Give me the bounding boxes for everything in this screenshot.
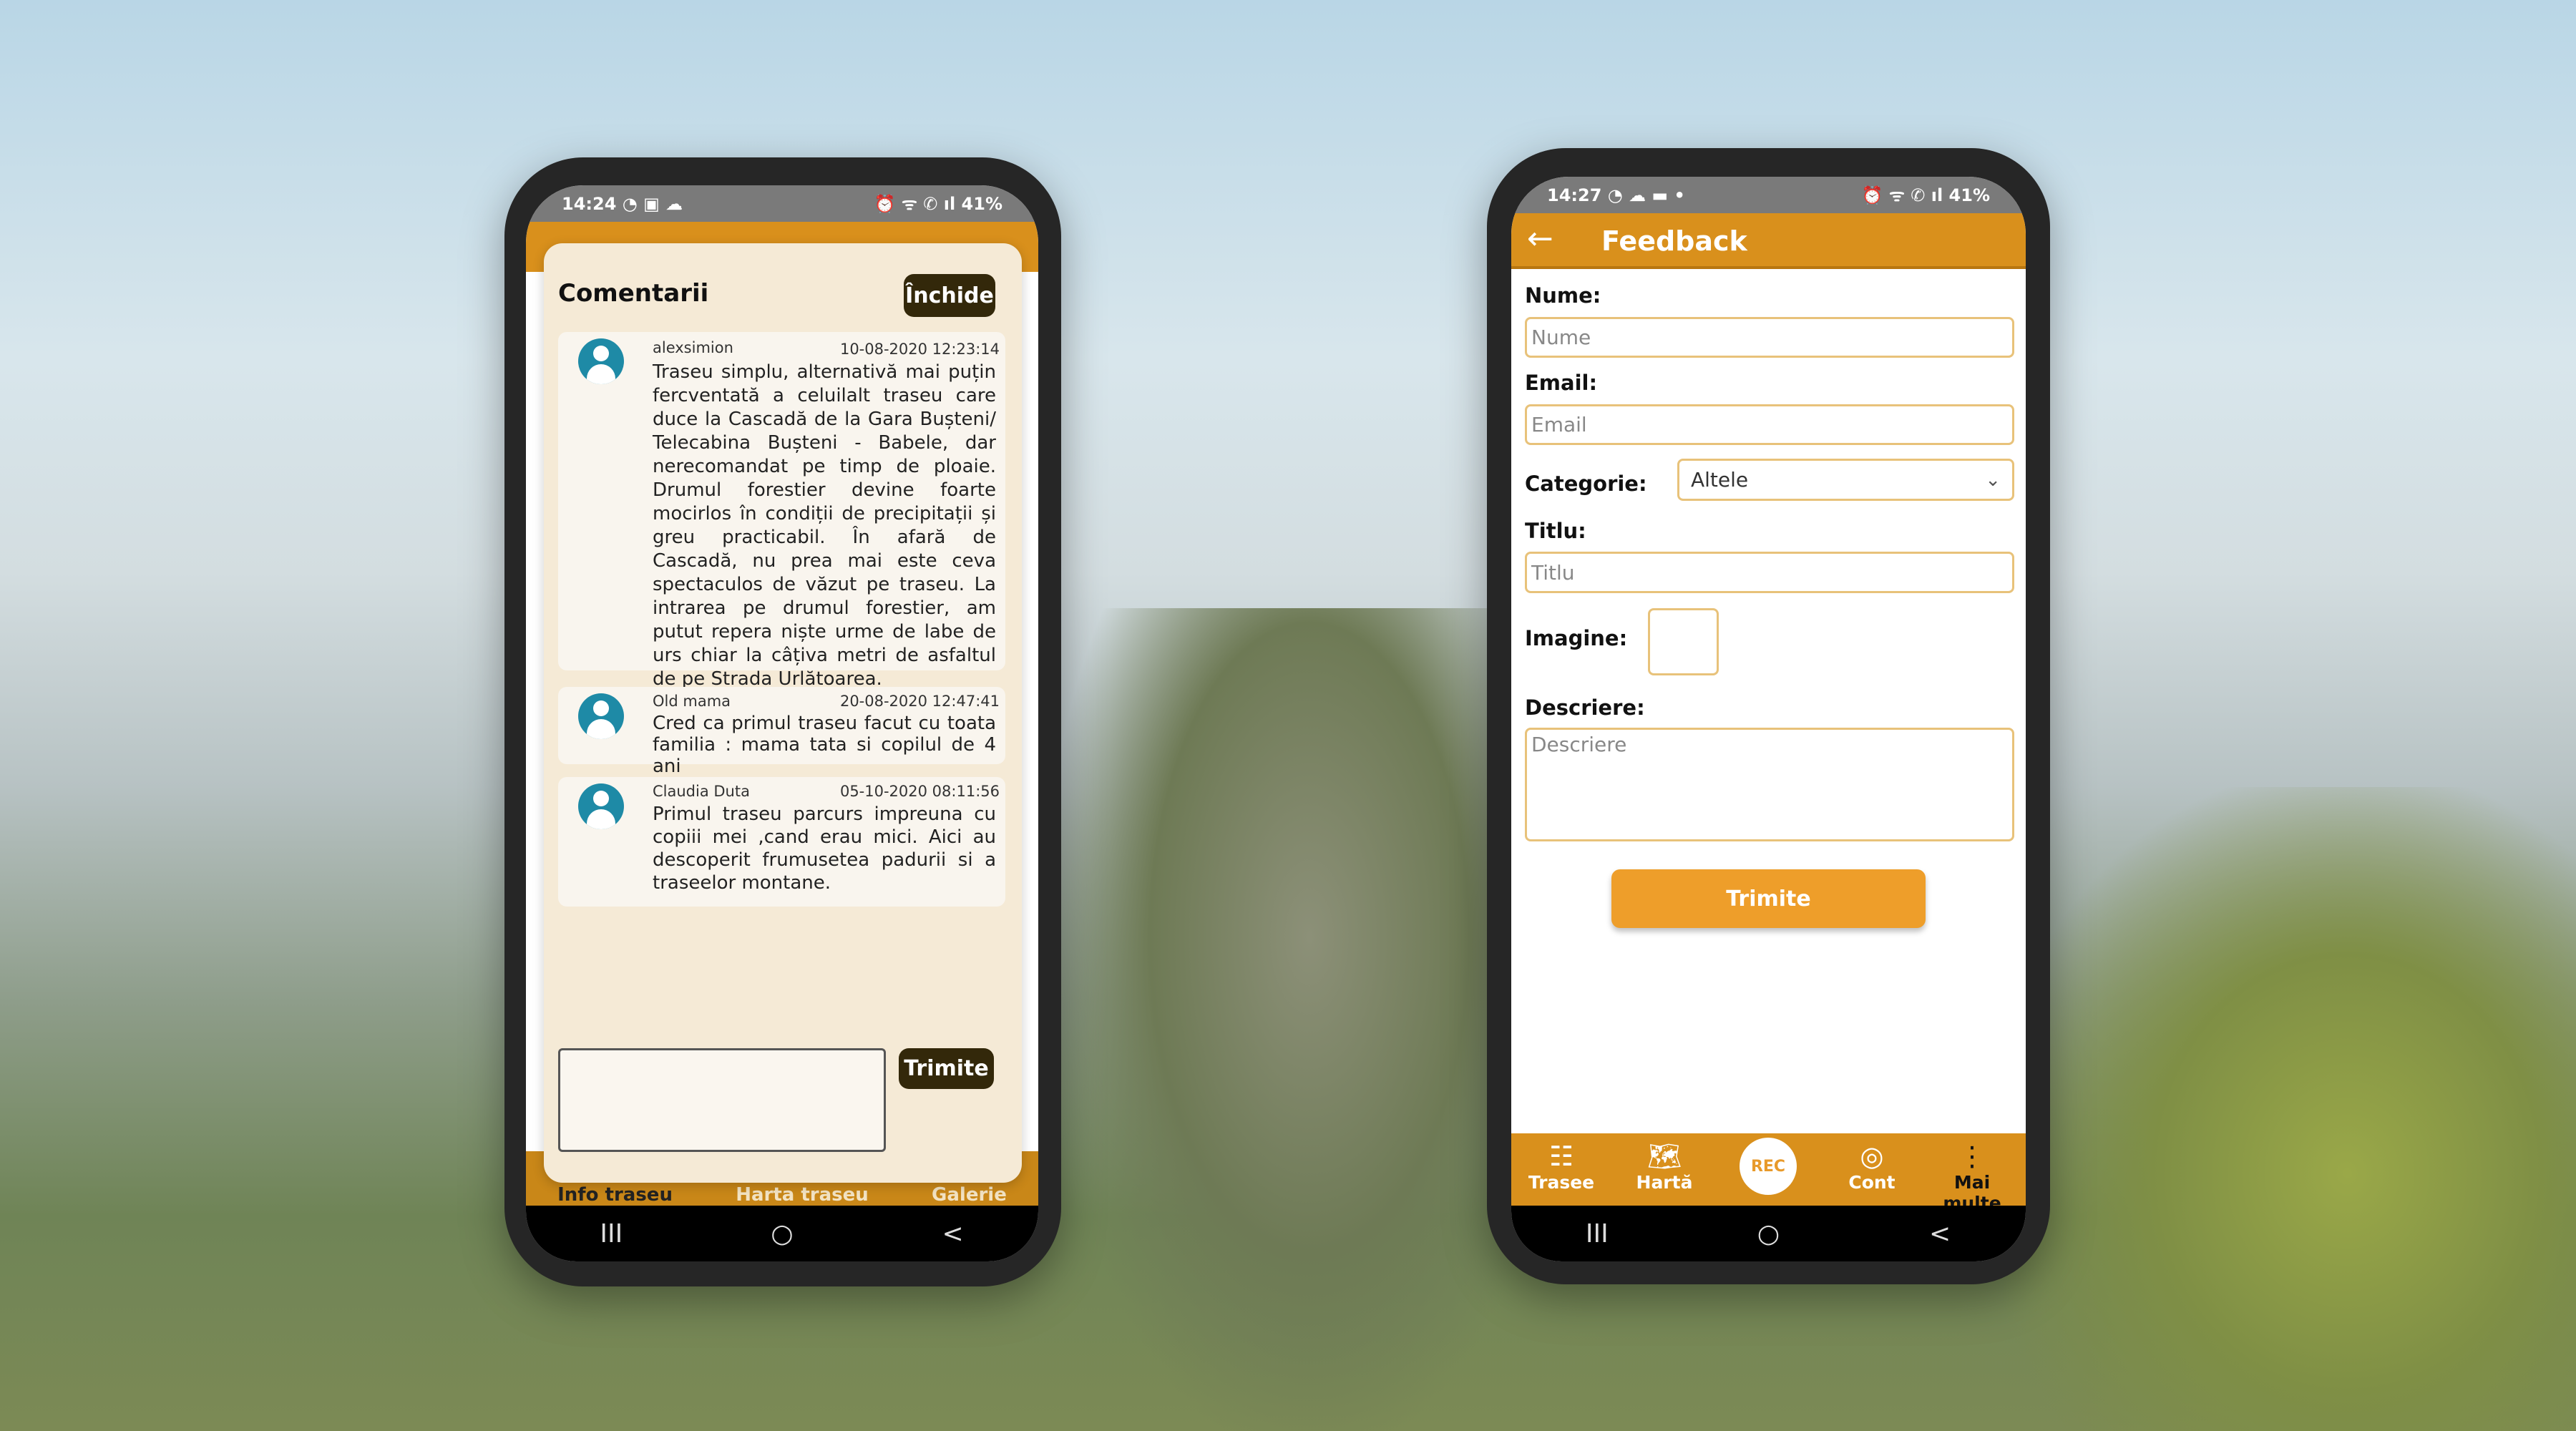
category-label: Categorie: <box>1525 472 1647 496</box>
submit-button[interactable]: Trimite <box>1611 869 1926 928</box>
tab-harta-traseu[interactable]: Harta traseu <box>736 1184 869 1206</box>
tab-info-traseu[interactable]: Info traseu <box>557 1184 673 1206</box>
back-button[interactable]: < <box>924 1219 982 1249</box>
nav-label: Cont <box>1848 1172 1896 1193</box>
app-header: ← Feedback <box>1511 213 2026 269</box>
notification-icons: ◔ ▣ ☁ <box>622 193 683 214</box>
status-bar: 14:27 ◔ ☁ ▬ • ⏰ ᯤ ✆ ıl 41% <box>1511 177 2026 213</box>
comment-text: Primul traseu parcurs impreuna cu copiii… <box>653 804 996 894</box>
recents-button[interactable]: III <box>1568 1219 1626 1249</box>
home-button[interactable]: ○ <box>1740 1219 1797 1249</box>
close-button[interactable]: Închide <box>904 274 995 317</box>
right-screen: 14:27 ◔ ☁ ▬ • ⏰ ᯤ ✆ ıl 41% ← Feedback Nu… <box>1511 177 2026 1261</box>
comments-modal: Comentarii Închide alexsimion 10-08-2020… <box>544 243 1022 1183</box>
status-bar: 14:24 ◔ ▣ ☁ ⏰ ᯤ ✆ ıl 41% <box>526 185 1038 222</box>
nav-cont[interactable]: ◎ Cont <box>1822 1141 1922 1193</box>
right-phone: 14:27 ◔ ☁ ▬ • ⏰ ᯤ ✆ ıl 41% ← Feedback Nu… <box>1487 148 2050 1284</box>
rec-button[interactable]: REC <box>1740 1138 1797 1195</box>
battery-level: 41% <box>961 194 1002 214</box>
bottom-nav: ☷ Trasee 🗺︎ Hartă REC ◎ Cont ⋮ Mai multe <box>1511 1133 2026 1213</box>
image-picker[interactable] <box>1648 608 1719 675</box>
comment-input[interactable] <box>558 1048 886 1152</box>
nav-label: Hartă <box>1636 1172 1693 1193</box>
comment-date: 10-08-2020 12:23:14 <box>839 341 1000 358</box>
user-icon: ◎ <box>1860 1141 1884 1172</box>
status-time: 14:24 <box>562 193 617 214</box>
background-mountain <box>1059 608 1560 1431</box>
category-value: Altele <box>1691 468 1749 492</box>
left-phone: 14:24 ◔ ▣ ☁ ⏰ ᯤ ✆ ıl 41% Info traseu Har… <box>504 157 1061 1286</box>
send-comment-button[interactable]: Trimite <box>899 1048 994 1089</box>
image-label: Imagine: <box>1525 626 1628 650</box>
comment-user: alexsimion <box>653 339 733 356</box>
tab-galerie[interactable]: Galerie <box>932 1184 1007 1206</box>
description-label: Descriere: <box>1525 695 1645 720</box>
name-input[interactable]: Nume <box>1525 317 2014 358</box>
avatar-icon <box>578 338 624 384</box>
avatar-icon <box>578 783 624 829</box>
email-label: Email: <box>1525 371 1598 395</box>
back-arrow-icon[interactable]: ← <box>1527 220 1553 257</box>
system-nav-bar: III ○ < <box>1511 1206 2026 1261</box>
nav-mai-multe[interactable]: ⋮ Mai multe <box>1922 1141 2022 1213</box>
more-vertical-icon: ⋮ <box>1958 1141 1986 1172</box>
comment-user: Old mama <box>653 693 731 710</box>
modal-title: Comentarii <box>558 279 709 308</box>
map-icon: 🗺︎ <box>1646 1141 1682 1172</box>
home-button[interactable]: ○ <box>753 1219 811 1249</box>
nav-trasee[interactable]: ☷ Trasee <box>1511 1141 1611 1193</box>
avatar-icon <box>578 693 624 739</box>
comment-text: Cred ca primul traseu facut cu toata fam… <box>653 713 996 777</box>
status-time: 14:27 <box>1547 185 1602 205</box>
description-input[interactable]: Descriere <box>1525 728 2014 841</box>
name-label: Nume: <box>1525 283 1601 308</box>
comment-text: Traseu simplu, alternativă mai puțin fer… <box>653 361 996 690</box>
nav-harta[interactable]: 🗺︎ Hartă <box>1614 1141 1714 1193</box>
comment-item: Claudia Duta 05-10-2020 08:11:56 Primul … <box>558 777 1005 907</box>
signal-icons: ⏰ ᯤ ✆ ıl <box>874 194 956 214</box>
title-label: Titlu: <box>1525 519 1586 543</box>
background-hill <box>2004 787 2576 1431</box>
notification-icons: ◔ ☁ ▬ • <box>1607 185 1685 205</box>
comment-user: Claudia Duta <box>653 783 750 800</box>
battery-level: 41% <box>1948 185 1990 205</box>
comment-date: 05-10-2020 08:11:56 <box>839 783 1000 800</box>
title-input[interactable]: Titlu <box>1525 552 2014 593</box>
category-select[interactable]: Altele ⌄ <box>1677 459 2014 501</box>
rec-label: REC <box>1750 1157 1786 1176</box>
comment-item: alexsimion 10-08-2020 12:23:14 Traseu si… <box>558 332 1005 690</box>
back-button[interactable]: < <box>1911 1219 1968 1249</box>
comment-date: 20-08-2020 12:47:41 <box>839 693 1000 710</box>
page-title: Feedback <box>1601 225 1747 257</box>
system-nav-bar: III ○ < <box>526 1206 1038 1261</box>
chevron-down-icon: ⌄ <box>1985 469 2001 491</box>
email-input[interactable]: Email <box>1525 404 2014 445</box>
nav-label: Trasee <box>1528 1172 1595 1193</box>
recents-button[interactable]: III <box>582 1219 640 1249</box>
signal-icons: ⏰ ᯤ ✆ ıl <box>1861 185 1943 205</box>
list-icon: ☷ <box>1548 1141 1574 1172</box>
comment-item: Old mama 20-08-2020 12:47:41 Cred ca pri… <box>558 687 1005 777</box>
